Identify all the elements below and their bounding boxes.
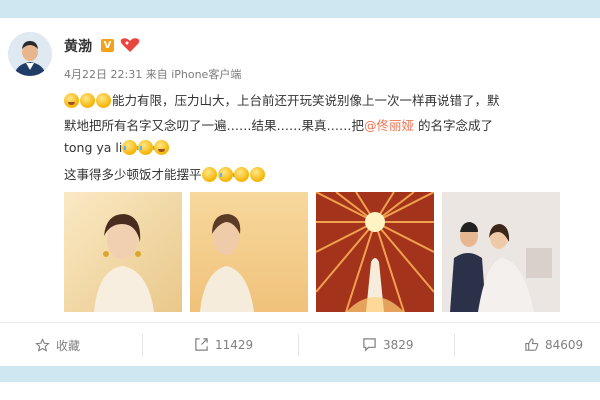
sob-emoji-icon [217,167,235,182]
comment-icon [363,338,376,352]
post-text-line-2-prefix: 默地把所有名字又念叨了一遍……结果……果真……把 [64,118,365,133]
tired-emoji-icon [201,167,217,182]
comment-button[interactable]: 3829 [362,337,414,352]
thumbs-up-icon [525,338,539,351]
worried-emoji-icon [249,167,265,182]
post-photo-2[interactable] [190,192,308,312]
post-text-line-3: tong ya li [64,140,123,155]
awkward-emoji-icon [96,93,111,108]
cry-emoji-icon [122,140,140,155]
repost-icon [195,338,208,351]
post-photo-4[interactable] [442,192,560,312]
post-photo-3[interactable] [316,192,434,312]
user-avatar[interactable] [8,32,52,76]
post-photo-1[interactable] [64,192,182,312]
repost-button[interactable]: 11429 [194,337,253,352]
bottom-border [0,366,600,382]
worried-emoji-icon [233,167,249,182]
top-border [0,0,600,18]
smile-emoji-icon [64,93,79,108]
post-text-line-2-suffix: 的名字念成了 [414,118,494,133]
action-separator [454,334,455,356]
post-line-3: tong ya li [64,140,170,155]
post-timestamp[interactable]: 4月22日 22:31 [64,68,142,81]
cry-emoji-icon [138,140,156,155]
post-line-2: 默地把所有名字又念叨了一遍……结果……果真……把@佟丽娅 的名字念成了 [64,115,493,134]
verified-icon[interactable]: V [101,39,114,52]
favorite-button[interactable]: 收藏 [35,337,80,354]
action-separator [298,334,299,356]
username[interactable]: 黄渤 [64,36,92,56]
mention-link[interactable]: @佟丽娅 [364,118,414,133]
repost-count: 11429 [215,337,254,352]
favorite-label: 收藏 [56,339,81,353]
post-line-1: 能力有限，压力山大，上台前还开玩笑说别像上一次一样再说错了，默 [64,90,500,109]
post-line-4: 这事得多少顿饭才能摆平 [64,164,266,183]
laugh-emoji-icon [154,140,170,155]
sweat-emoji-icon [80,93,95,108]
post-source[interactable]: 来自 iPhone客户端 [146,68,242,81]
actions-divider [0,322,600,323]
like-button[interactable]: 84609 [524,337,583,352]
comment-count: 3829 [383,337,414,352]
action-separator [142,334,143,356]
like-count: 84609 [545,337,584,352]
post-text-line-1: 能力有限，压力山大，上台前还开玩笑说别像上一次一样再说错了，默 [112,93,500,108]
member-heart-icon[interactable] [119,37,141,53]
post-text-line-4: 这事得多少顿饭才能摆平 [64,167,202,182]
star-icon [35,338,50,352]
post-meta: 4月22日 22:31 来自 iPhone客户端 [64,66,241,82]
